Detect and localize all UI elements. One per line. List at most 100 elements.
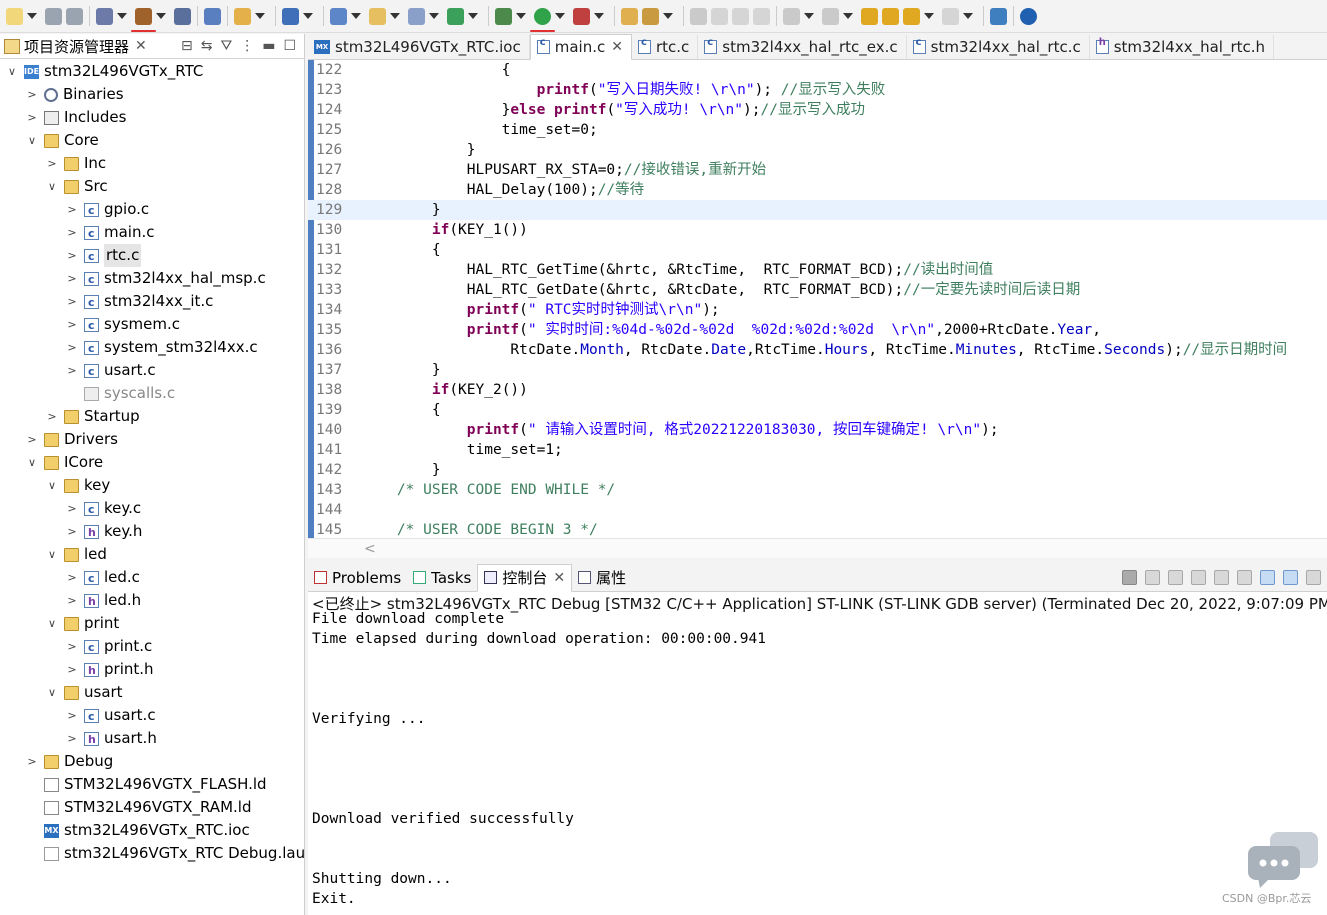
back-icon[interactable] [903, 7, 920, 25]
import-icon[interactable] [282, 7, 299, 25]
external-icon[interactable] [990, 7, 1007, 25]
chevron-right-icon[interactable]: > [66, 658, 78, 681]
chevron-right-icon[interactable]: > [66, 589, 78, 612]
tree-item[interactable]: > led.c [66, 566, 140, 590]
prev-annotation-icon[interactable] [822, 7, 839, 25]
chevron-right-icon[interactable]: > [66, 244, 78, 267]
console-tab[interactable]: Tasks [407, 565, 477, 591]
wand-icon[interactable] [642, 7, 659, 25]
tree-item[interactable]: ∨ key [46, 474, 110, 497]
tree-item[interactable]: > Binaries [26, 83, 123, 106]
scroll-lock-icon[interactable] [1214, 570, 1229, 585]
editor-tab[interactable]: stm32l4xx_hal_rtc.c [907, 35, 1090, 59]
dropdown-arrow-icon[interactable] [516, 13, 526, 19]
close-icon[interactable]: ✕ [611, 39, 623, 55]
display-console-icon[interactable] [1283, 570, 1298, 585]
chevron-down-icon[interactable]: ∨ [6, 60, 18, 83]
tree-item[interactable]: > print.c [66, 635, 152, 659]
tree-item[interactable]: > usart.c [66, 359, 155, 383]
chevron-right-icon[interactable]: > [26, 83, 38, 106]
dropdown-arrow-icon[interactable] [594, 13, 604, 19]
tree-item[interactable]: STM32L496VGTX_FLASH.ld [26, 773, 267, 796]
tree-item[interactable]: ∨ Core [26, 129, 99, 152]
settings-icon[interactable] [96, 7, 113, 25]
chevron-right-icon[interactable]: > [66, 198, 78, 221]
new-console-icon[interactable] [1306, 570, 1321, 585]
console-tab[interactable]: 属性 [572, 565, 632, 591]
dropdown-arrow-icon[interactable] [255, 13, 265, 19]
chevron-right-icon[interactable]: > [66, 336, 78, 359]
tree-item[interactable]: ∨ IDE stm32L496VGTx_RTC [6, 60, 203, 83]
chevron-right-icon[interactable]: > [26, 106, 38, 129]
forward-icon[interactable] [942, 7, 959, 25]
pin-console-icon[interactable] [1260, 570, 1275, 585]
back-edit-icon[interactable] [861, 7, 878, 25]
chevron-down-icon[interactable]: ∨ [46, 543, 58, 566]
chevron-right-icon[interactable]: > [66, 566, 78, 589]
word-wrap-icon[interactable] [1237, 570, 1252, 585]
info-icon[interactable] [1020, 7, 1037, 25]
chevron-right-icon[interactable]: > [66, 704, 78, 727]
editor-tab[interactable]: MX stm32L496VGTx_RTC.ioc [308, 35, 530, 59]
dropdown-arrow-icon[interactable] [390, 13, 400, 19]
tree-item[interactable]: > key.c [66, 497, 141, 521]
dropdown-arrow-icon[interactable] [963, 13, 973, 19]
chevron-down-icon[interactable]: ∨ [26, 129, 38, 152]
copy-icon[interactable] [1191, 570, 1206, 585]
dropdown-arrow-icon[interactable] [804, 13, 814, 19]
tree-item[interactable]: STM32L496VGTX_RAM.ld [26, 796, 251, 819]
editor-horizontal-scrollbar[interactable]: < [308, 538, 1327, 558]
tree-item[interactable]: MX stm32L496VGTx_RTC.ioc [26, 819, 250, 842]
tree-item[interactable]: ∨ print [46, 612, 119, 635]
tree-item[interactable]: stm32L496VGTx_RTC Debug.laun [26, 842, 304, 865]
dropdown-arrow-icon[interactable] [468, 13, 478, 19]
console-tab[interactable]: 控制台 ✕ [477, 564, 573, 592]
bug-icon[interactable] [495, 7, 512, 25]
debug-search-icon[interactable] [204, 7, 221, 25]
save-all-icon[interactable] [66, 7, 83, 25]
pilcrow-icon[interactable] [753, 7, 770, 25]
remove-launch-icon[interactable] [1145, 570, 1160, 585]
dropdown-arrow-icon[interactable] [27, 13, 37, 19]
debug-run-icon[interactable] [573, 7, 590, 25]
chevron-right-icon[interactable]: > [66, 290, 78, 313]
paste-icon[interactable] [732, 7, 749, 25]
hand-icon[interactable] [234, 7, 251, 25]
tree-item[interactable]: > Includes [26, 106, 126, 129]
chevron-down-icon[interactable]: ∨ [26, 451, 38, 474]
tree-item[interactable]: syscalls.c [66, 382, 175, 405]
code-area[interactable]: 122 {123 printf("写入日期失败! \r\n"); //显示写入失… [308, 60, 1327, 538]
filter-icon[interactable]: ⛛ [220, 38, 232, 54]
tree-item[interactable]: > stm32l4xx_hal_msp.c [66, 267, 265, 291]
build-hammer-icon[interactable] [131, 7, 156, 32]
tree-item[interactable]: > Inc [46, 152, 106, 175]
tree-item[interactable]: > rtc.c [66, 244, 142, 268]
maximize-icon[interactable]: ☐ [283, 38, 296, 54]
chevron-down-icon[interactable]: ∨ [46, 612, 58, 635]
remove-all-icon[interactable] [1168, 570, 1183, 585]
editor-tab[interactable]: rtc.c [632, 35, 699, 59]
dropdown-arrow-icon[interactable] [555, 13, 565, 19]
dropdown-arrow-icon[interactable] [663, 13, 673, 19]
tree-item[interactable]: > sysmem.c [66, 313, 180, 337]
new-project-icon[interactable] [330, 7, 347, 25]
terminate-icon[interactable] [1122, 570, 1137, 585]
editor-tab[interactable]: stm32l4xx_hal_rtc_ex.c [698, 35, 907, 59]
chevron-down-icon[interactable]: ∨ [46, 474, 58, 497]
refresh-icon[interactable] [447, 7, 464, 25]
tree-item[interactable]: ∨ ICore [26, 451, 103, 474]
copy-icon[interactable] [711, 7, 728, 25]
chevron-right-icon[interactable]: > [66, 497, 78, 520]
tree-item[interactable]: > key.h [66, 520, 142, 544]
chevron-right-icon[interactable]: > [66, 727, 78, 750]
tree-item[interactable]: ∨ led [46, 543, 107, 566]
collapse-all-icon[interactable]: ⊟ [181, 38, 193, 54]
tree-item[interactable]: ∨ usart [46, 681, 123, 704]
dropdown-arrow-icon[interactable] [843, 13, 853, 19]
editor-tab[interactable]: main.c ✕ [529, 34, 632, 60]
chevron-right-icon[interactable]: > [66, 520, 78, 543]
chevron-right-icon[interactable]: > [66, 313, 78, 336]
dropdown-arrow-icon[interactable] [156, 13, 166, 19]
tree-item[interactable]: > Startup [46, 405, 139, 428]
pen-icon[interactable] [690, 7, 707, 25]
